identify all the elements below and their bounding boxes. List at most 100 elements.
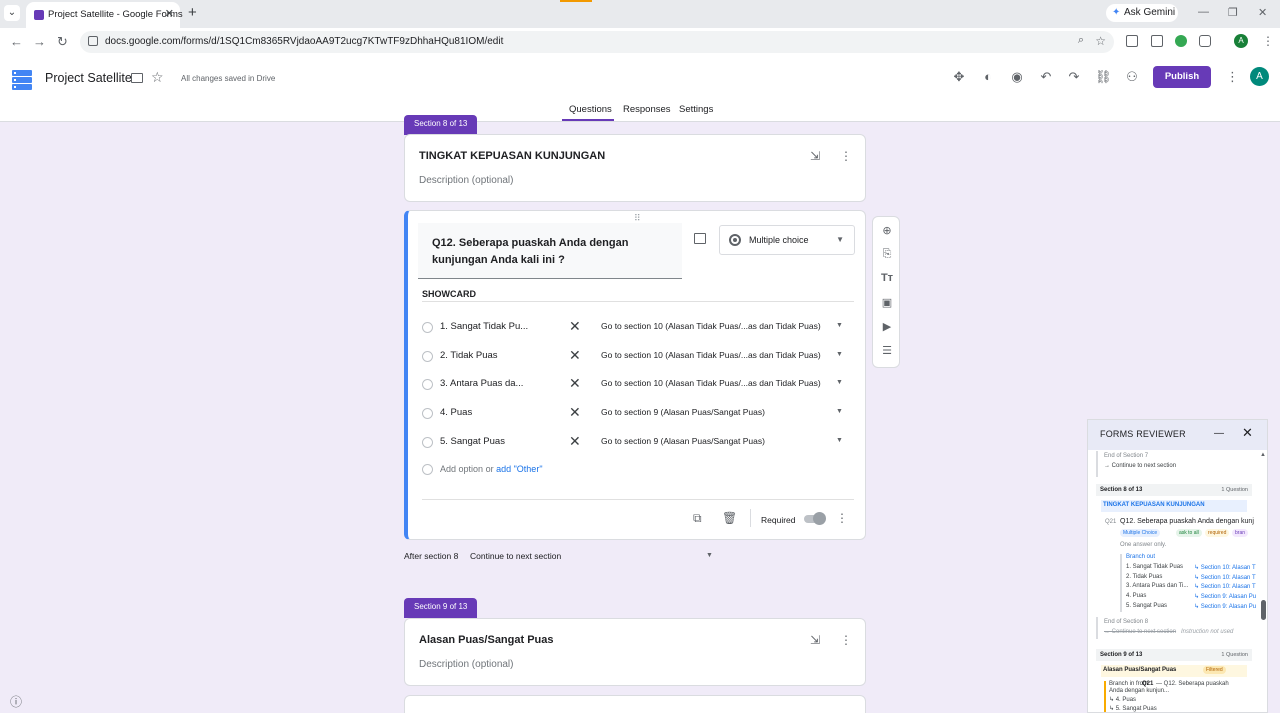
delete-trash-icon[interactable]: 🗑 — [722, 511, 737, 525]
address-bar[interactable]: docs.google.com/forms/d/1SQ1Cm8365RVjdao… — [80, 31, 1114, 53]
chevron-down-icon[interactable]: ▼ — [836, 351, 843, 358]
addons-puzzle-icon[interactable]: ✥ — [951, 69, 967, 85]
undo-icon[interactable]: ↶ — [1038, 69, 1054, 85]
chevron-down-icon[interactable]: ▼ — [836, 437, 843, 444]
add-option-link[interactable]: Add option — [440, 464, 483, 474]
tab-search-chevron-icon[interactable]: ⌄ — [4, 5, 20, 21]
copy-link-icon[interactable]: ⛓ — [1095, 69, 1112, 85]
tab-questions[interactable]: Questions — [569, 104, 612, 115]
after-section-select[interactable]: Continue to next section — [470, 551, 561, 561]
new-tab-plus-icon[interactable]: + — [188, 4, 197, 21]
section-more-icon[interactable]: ⋮ — [840, 633, 852, 647]
go-to-section-select[interactable]: Go to section 10 (Alasan Tidak Puas/...a… — [601, 350, 821, 360]
section-8-description[interactable]: Description (optional) — [419, 175, 514, 186]
branch-target[interactable]: ↳ Section 9: Alasan Pu — [1194, 603, 1256, 610]
tab-settings[interactable]: Settings — [679, 104, 713, 115]
reviewer-section-8-header[interactable]: Section 8 of 13 1 Question — [1096, 484, 1252, 496]
add-collaborators-icon[interactable]: ⚇ — [1124, 69, 1140, 85]
chevron-down-icon[interactable]: ▼ — [706, 552, 713, 559]
section-9-title[interactable]: Alasan Puas/Sangat Puas — [419, 634, 554, 646]
section-9-card[interactable]: Alasan Puas/Sangat Puas Description (opt… — [404, 618, 866, 686]
go-to-section-select[interactable]: Go to section 10 (Alasan Tidak Puas/...a… — [601, 378, 821, 388]
reviewer-scrollbar[interactable] — [1261, 600, 1266, 620]
minimize-icon[interactable]: — — [1198, 6, 1209, 18]
tab-responses[interactable]: Responses — [623, 104, 671, 115]
add-question-icon[interactable]: ⊕ — [880, 224, 894, 237]
drive-extension-icon[interactable] — [1175, 35, 1187, 47]
option-label[interactable]: 5. Sangat Puas — [440, 436, 505, 447]
question-title-field[interactable]: Q12. Seberapa puaskah Anda dengan kunjun… — [418, 223, 682, 279]
go-to-section-select[interactable]: Go to section 9 (Alasan Puas/Sangat Puas… — [601, 436, 765, 446]
forms-logo-icon[interactable] — [12, 70, 32, 90]
reading-mode-icon[interactable] — [1126, 35, 1138, 47]
option-label[interactable]: 2. Tidak Puas — [440, 350, 498, 361]
add-other-link[interactable]: add "Other" — [496, 464, 542, 474]
forward-arrow-icon[interactable]: → — [33, 34, 46, 49]
reviewer-section-9-header[interactable]: Section 9 of 13 1 Question — [1096, 649, 1252, 661]
close-panel-icon[interactable]: ✕ — [1242, 425, 1253, 441]
restore-icon[interactable]: ❐ — [1228, 6, 1238, 19]
publish-button[interactable]: Publish — [1153, 66, 1211, 88]
branch-target[interactable]: ↳ Section 10: Alasan T — [1194, 574, 1256, 581]
account-avatar[interactable]: A — [1250, 67, 1269, 86]
collapse-section-icon[interactable]: ⇲ — [810, 633, 820, 647]
question-more-icon[interactable]: ⋮ — [836, 511, 848, 525]
collapse-section-icon[interactable]: ⇲ — [810, 149, 820, 163]
branch-target[interactable]: ↳ Section 10: Alasan T — [1194, 564, 1256, 571]
cast-icon[interactable] — [1151, 35, 1163, 47]
add-section-icon[interactable]: ☰ — [880, 344, 894, 357]
add-video-icon[interactable]: ▶ — [880, 320, 894, 333]
site-info-icon[interactable] — [88, 36, 98, 46]
more-options-icon[interactable]: ⋮ — [1226, 69, 1239, 85]
preview-eye-icon[interactable]: ◉ — [1009, 69, 1025, 85]
reviewer-section-title[interactable]: TINGKAT KEPUASAN KUNJUNGAN — [1103, 502, 1205, 508]
form-title[interactable]: Project Satellite — [45, 71, 132, 85]
back-arrow-icon[interactable]: ← — [10, 34, 23, 49]
scroll-up-icon[interactable]: ▲ — [1260, 452, 1266, 458]
remove-option-icon[interactable]: ✕ — [569, 375, 581, 392]
section-8-title[interactable]: TINGKAT KEPUASAN KUNJUNGAN — [419, 150, 605, 162]
star-icon[interactable]: ☆ — [151, 69, 164, 86]
browser-menu-icon[interactable]: ⋮ — [1262, 34, 1274, 48]
tab-close-icon[interactable]: ✕ — [165, 7, 174, 20]
branch-target[interactable]: ↳ Section 10: Alasan T — [1194, 583, 1256, 590]
section-more-icon[interactable]: ⋮ — [840, 149, 852, 163]
remove-option-icon[interactable]: ✕ — [569, 433, 581, 450]
question-text[interactable]: Q12. Seberapa puaskah Anda dengan kunjun… — [432, 235, 672, 269]
question-description[interactable]: SHOWCARD — [422, 289, 476, 299]
customize-theme-palette-icon[interactable]: ◐ — [980, 69, 996, 84]
reload-icon[interactable]: ↻ — [57, 34, 68, 50]
add-image-icon[interactable] — [694, 233, 706, 244]
url-text[interactable]: docs.google.com/forms/d/1SQ1Cm8365RVjdao… — [105, 36, 503, 47]
browser-tab[interactable]: Project Satellite - Google Forms ✕ — [26, 2, 183, 28]
reviewer-question-text[interactable]: Q12. Seberapa puaskah Anda dengan kunj — [1120, 518, 1254, 525]
chevron-down-icon[interactable]: ▼ — [836, 379, 843, 386]
zoom-icon[interactable]: ⌕ — [1078, 34, 1084, 47]
question-card[interactable]: ⠿ Q12. Seberapa puaskah Anda dengan kunj… — [404, 210, 866, 540]
add-image-icon[interactable]: ▣ — [880, 296, 894, 309]
required-toggle[interactable] — [804, 512, 826, 525]
go-to-section-select[interactable]: Go to section 9 (Alasan Puas/Sangat Puas… — [601, 407, 765, 417]
folder-icon[interactable] — [131, 73, 143, 83]
question-type-select[interactable]: Multiple choice ▼ — [719, 225, 855, 255]
reviewer-section-title[interactable]: Alasan Puas/Sangat Puas — [1103, 667, 1176, 673]
option-label[interactable]: 4. Puas — [440, 407, 472, 418]
minimize-panel-icon[interactable]: — — [1214, 428, 1224, 439]
import-questions-icon[interactable]: ⎘ — [880, 248, 894, 261]
help-icon[interactable]: ⓘ — [10, 693, 22, 710]
profile-avatar[interactable]: A — [1234, 34, 1248, 48]
section-8-card[interactable]: TINGKAT KEPUASAN KUNJUNGAN Description (… — [404, 134, 866, 202]
add-title-icon[interactable]: Tт — [880, 272, 894, 284]
window-close-icon[interactable]: ✕ — [1258, 6, 1267, 19]
option-label[interactable]: 1. Sangat Tidak Pu... — [440, 321, 528, 332]
chevron-down-icon[interactable]: ▼ — [836, 322, 843, 329]
bookmark-star-icon[interactable]: ☆ — [1095, 34, 1106, 48]
remove-option-icon[interactable]: ✕ — [569, 347, 581, 364]
extensions-puzzle-icon[interactable] — [1199, 35, 1211, 47]
section-9-description[interactable]: Description (optional) — [419, 659, 514, 670]
duplicate-icon[interactable]: ⧉ — [693, 511, 702, 526]
branch-target[interactable]: ↳ Section 9: Alasan Pu — [1194, 593, 1256, 600]
option-label[interactable]: 3. Antara Puas da... — [440, 378, 523, 389]
remove-option-icon[interactable]: ✕ — [569, 404, 581, 421]
chevron-down-icon[interactable]: ▼ — [836, 408, 843, 415]
